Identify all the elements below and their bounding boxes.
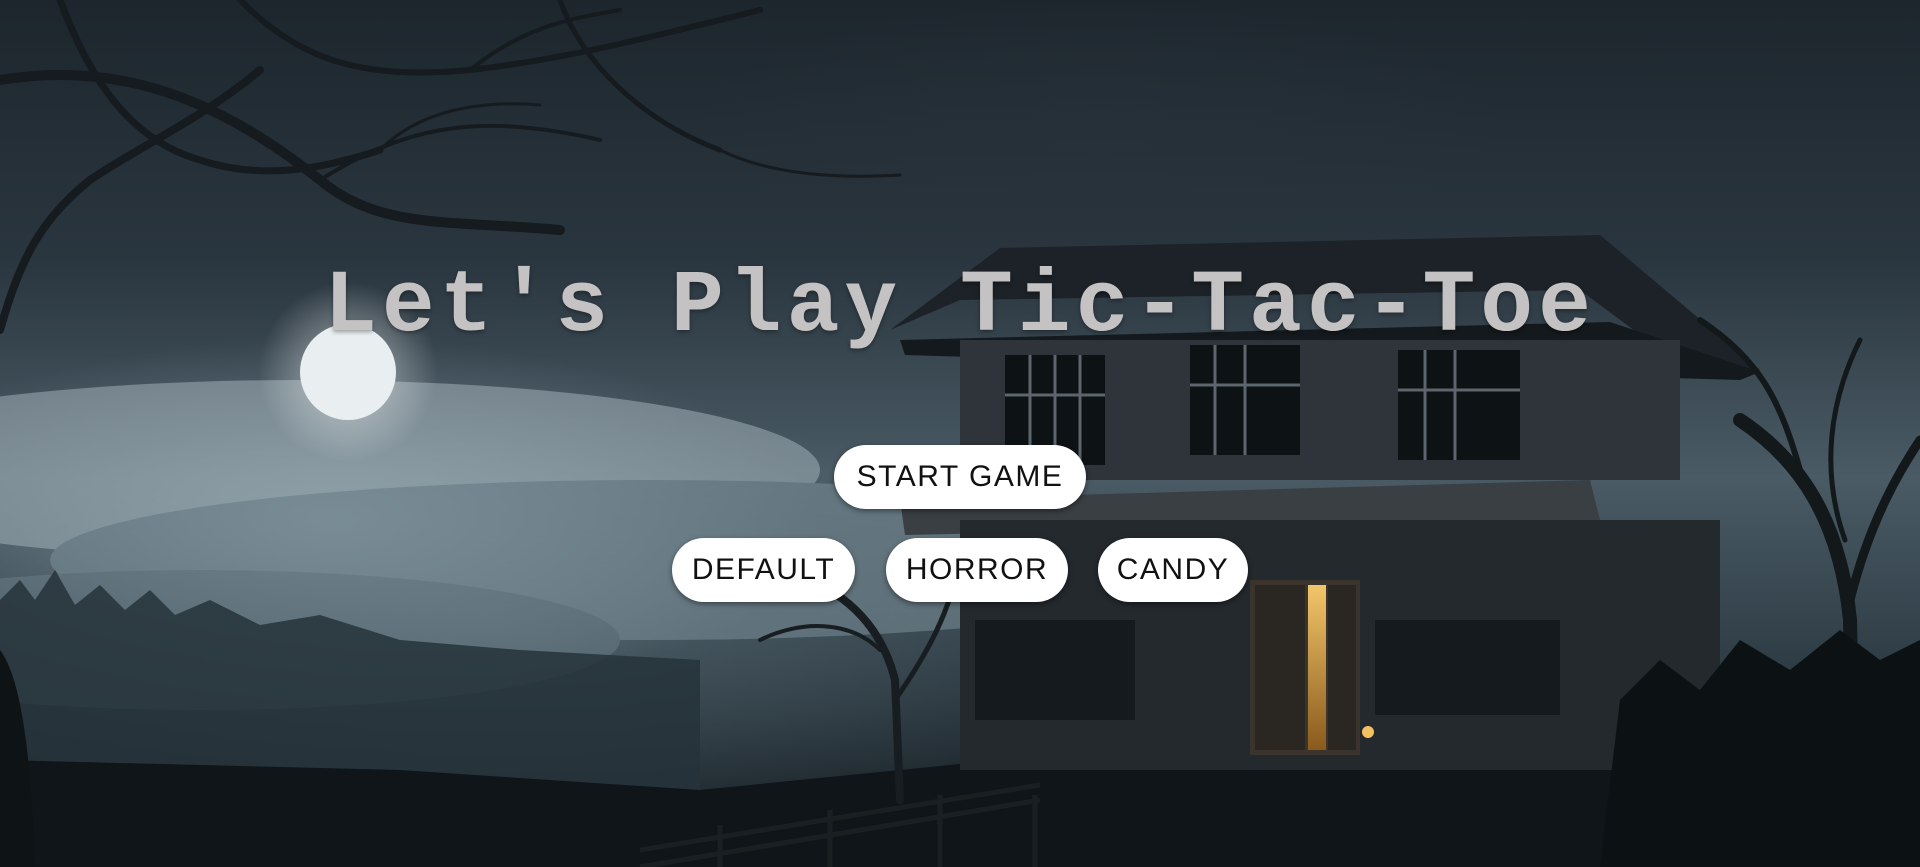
theme-horror-button[interactable]: HORROR bbox=[886, 538, 1068, 602]
start-game-button[interactable]: START GAME bbox=[834, 445, 1086, 509]
theme-default-button[interactable]: DEFAULT bbox=[672, 538, 855, 602]
page-title: Let's Play Tic-Tac-Toe bbox=[324, 258, 1596, 357]
theme-candy-button[interactable]: CANDY bbox=[1098, 538, 1248, 602]
background-scene bbox=[0, 0, 1920, 867]
